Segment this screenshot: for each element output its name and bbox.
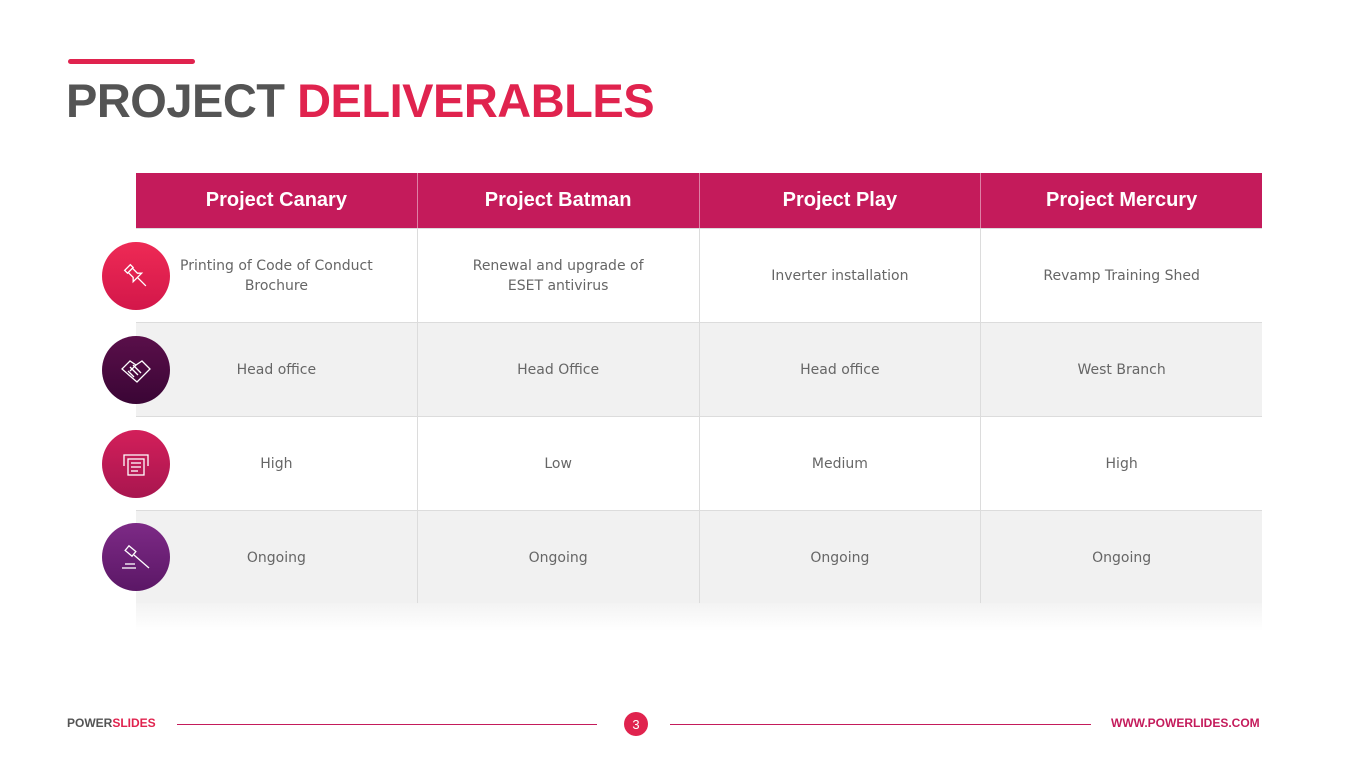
cell-text: Renewal and upgrade of ESET antivirus (472, 257, 644, 294)
table-shadow (136, 603, 1262, 631)
cell-text: Inverter installation (771, 267, 909, 284)
table-cell: Head office (236, 361, 317, 378)
table-cell: Printing of Code of Conduct Brochure (136, 229, 417, 322)
page-title: PROJECT DELIVERABLES (66, 72, 655, 130)
header-cell: Project Play (698, 173, 981, 228)
table-cell: Head Office (416, 323, 699, 416)
footer-url-link[interactable]: WWW.POWERLIDES.COM (1111, 716, 1260, 730)
table-cell: Inverter installation (698, 229, 981, 322)
title-part-1: PROJECT (66, 74, 285, 127)
table-cell: Ongoing (698, 511, 981, 604)
table-cell: Low (416, 417, 699, 510)
cell-text: Printing of Code of Conduct Brochure (180, 257, 373, 294)
table-header-row: Project Canary Project Batman Project Pl… (136, 173, 1262, 228)
table-row: High Low Medium High (136, 416, 1262, 510)
table-cell: Revamp Training Shed (980, 229, 1262, 322)
table-cell: West Branch (980, 323, 1262, 416)
cell-text: Revamp Training Shed (1043, 267, 1200, 284)
table-cell: Medium (698, 417, 981, 510)
handshake-icon (102, 336, 170, 404)
gavel-icon (102, 523, 170, 591)
table-cell: High (980, 417, 1262, 510)
header-cell: Project Mercury (980, 173, 1262, 228)
title-accent-bar (68, 59, 195, 64)
table-cell: Renewal and upgrade of ESET antivirus (416, 229, 699, 322)
header-cell: Project Canary (205, 189, 347, 211)
printer-document-icon (102, 430, 170, 498)
page-number-badge: 3 (624, 712, 648, 736)
footer-divider-right (670, 724, 1091, 725)
deliverables-table: Project Canary Project Batman Project Pl… (136, 173, 1262, 604)
brand-part-1: POWER (67, 716, 113, 730)
table-row: Printing of Code of Conduct Brochure Ren… (136, 228, 1262, 322)
pushpin-icon (102, 242, 170, 310)
header-cell: Project Batman (416, 173, 699, 228)
table-cell: Ongoing (246, 549, 306, 566)
table-row: Head office Head Office Head office West… (136, 322, 1262, 416)
table-cell: High (260, 455, 293, 472)
footer-brand-logo: POWERSLIDES (67, 716, 156, 730)
table-cell: Head office (698, 323, 981, 416)
brand-part-2: SLIDES (112, 716, 156, 730)
table-cell: Ongoing (416, 511, 699, 604)
table-cell: Ongoing (980, 511, 1262, 604)
table-row: Ongoing Ongoing Ongoing Ongoing (136, 510, 1262, 604)
footer-divider-left (177, 724, 597, 725)
title-part-2: DELIVERABLES (297, 74, 655, 127)
